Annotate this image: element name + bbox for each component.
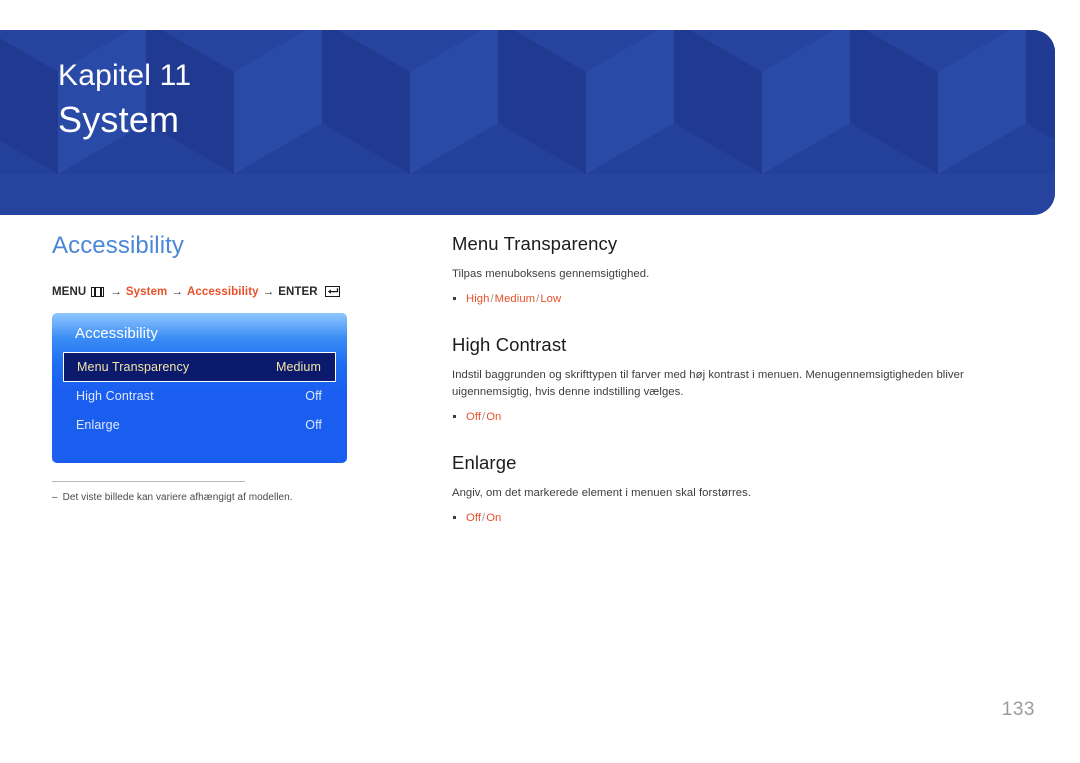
enter-return-icon xyxy=(324,286,340,298)
osd-row-high-contrast[interactable]: High Contrast Off xyxy=(63,382,336,411)
path-arrow-1: → xyxy=(110,285,122,298)
option-value: Off xyxy=(466,511,482,524)
option-value: On xyxy=(486,410,502,423)
topic-title: Menu Transparency xyxy=(452,233,618,254)
page-number: 133 xyxy=(1001,699,1035,720)
topic-description: Indstil baggrunden og skrifttypen til fa… xyxy=(452,368,964,399)
topic-title: Enlarge xyxy=(452,451,517,473)
osd-row-label: Enlarge xyxy=(76,418,120,433)
osd-row-value: Medium xyxy=(275,359,321,374)
topic-title: High Contrast xyxy=(452,333,567,355)
option-value: Medium xyxy=(494,292,536,305)
document-page: Kapitel 11 System Accessibility MENU → S… xyxy=(0,0,1080,763)
topic-option-item: Off/On xyxy=(453,408,1032,426)
option-value: Off xyxy=(466,410,482,423)
menu-path-menu-label: MENU xyxy=(52,285,87,298)
osd-row-enlarge[interactable]: Enlarge Off xyxy=(63,411,336,440)
topic-option-list: High/Medium/Low xyxy=(452,290,1032,308)
topic-option-item: High/Medium/Low xyxy=(453,290,1032,308)
path-arrow-2: → xyxy=(171,285,183,298)
option-value: On xyxy=(486,511,502,524)
menu-path-enter-label: ENTER xyxy=(278,285,318,298)
osd-row-label: High Contrast xyxy=(76,389,154,404)
chapter-banner: Kapitel 11 System xyxy=(0,30,1055,215)
menu-path-breadcrumb: MENU → System → Accessibility → ENTER xyxy=(52,286,412,298)
chapter-title: System xyxy=(58,99,180,141)
osd-row-value: Off xyxy=(305,389,322,404)
option-value: Low xyxy=(540,292,562,305)
osd-menu-mockup: Accessibility Menu Transparency Medium H… xyxy=(52,312,347,463)
menu-path-link-accessibility: Accessibility xyxy=(187,285,259,298)
section-heading: Accessibility xyxy=(52,232,184,259)
topic-option-list: Off/On xyxy=(452,509,1032,527)
footnote-text: Det viste billede kan variere afhængigt … xyxy=(62,491,293,503)
left-column: Accessibility MENU → System → Accessibil… xyxy=(52,232,412,504)
osd-row-value: Off xyxy=(305,418,322,433)
osd-row-label: Menu Transparency xyxy=(77,359,190,374)
topic-high-contrast: High Contrast Indstil baggrunden og skri… xyxy=(452,333,1032,426)
topic-description: Tilpas menuboksens gennemsigtighed. xyxy=(452,268,650,281)
osd-row-list: Menu Transparency Medium High Contrast O… xyxy=(63,351,336,440)
option-value: High xyxy=(466,292,490,305)
right-column: Menu Transparency Tilpas menuboksens gen… xyxy=(452,232,1032,527)
topic-menu-transparency: Menu Transparency Tilpas menuboksens gen… xyxy=(452,232,1032,308)
menu-path-link-system: System xyxy=(125,285,168,298)
footnote-dash: ‒ xyxy=(52,491,58,503)
path-arrow-3: → xyxy=(262,285,275,298)
footnote-block: ‒ Det viste billede kan variere afhængig… xyxy=(52,480,352,505)
menu-bars-icon xyxy=(91,286,105,297)
footnote-divider xyxy=(52,480,245,482)
topic-enlarge: Enlarge Angiv, om det markerede element … xyxy=(452,451,1032,527)
osd-row-menu-transparency[interactable]: Menu Transparency Medium xyxy=(63,351,336,382)
osd-title: Accessibility xyxy=(75,324,158,342)
topic-description: Angiv, om det markerede element i menuen… xyxy=(452,487,751,499)
footnote: ‒ Det viste billede kan variere afhængig… xyxy=(52,491,352,505)
chapter-kicker: Kapitel 11 xyxy=(58,59,192,92)
topic-option-list: Off/On xyxy=(452,408,1032,426)
topic-option-item: Off/On xyxy=(453,509,1032,527)
chapter-heading-group: Kapitel 11 System xyxy=(58,57,191,143)
